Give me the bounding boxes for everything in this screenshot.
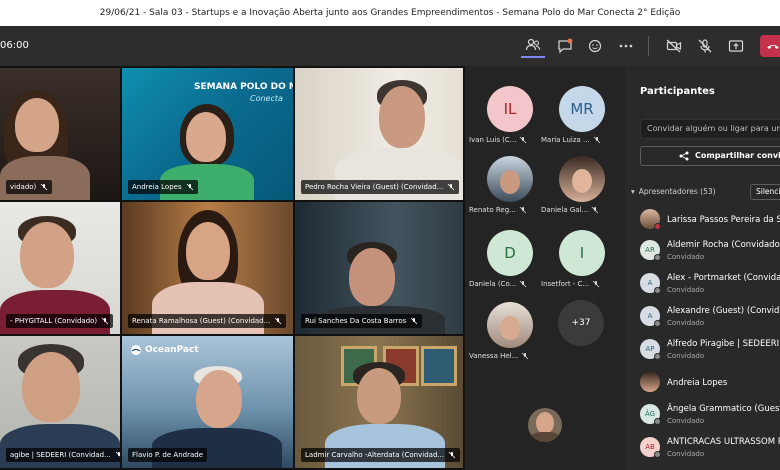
mic-off-icon[interactable] — [693, 34, 717, 58]
presenters-section-header[interactable]: ▾ Apresentadores (53) — [631, 187, 716, 196]
participant-card[interactable]: Renato Reg... — [467, 152, 547, 228]
mic-muted-icon — [592, 280, 600, 288]
avatar: IL — [487, 86, 533, 132]
mic-muted-icon — [115, 451, 120, 457]
avatar-photo — [640, 209, 661, 230]
participant-card[interactable]: Daniela Gal... — [539, 152, 619, 228]
video-tile[interactable]: SEMANA POLO DO MAR Conecta Andreia Lopes — [122, 68, 293, 200]
participant-row[interactable]: AR Aldemir Rocha (Convidado) Convidado — [640, 236, 780, 266]
share-invite-button[interactable]: Compartilhar convite — [640, 146, 780, 166]
avatar: MR — [559, 86, 605, 132]
participant-card[interactable]: Vanessa Hel... — [467, 298, 547, 374]
avatar-photo — [559, 156, 605, 202]
participant-name-tag: agibe | SEDEERI (Convidad... — [6, 448, 120, 462]
reactions-icon[interactable] — [583, 34, 607, 58]
avatar: A — [640, 273, 661, 294]
avatar-photo — [487, 302, 533, 348]
chevron-down-icon: ▾ — [631, 187, 635, 196]
company-logo: OceanPact — [130, 344, 199, 356]
share-icon — [679, 151, 689, 161]
participant-row[interactable]: Larissa Passos Pereira da Silva — [640, 205, 780, 235]
banner-subtitle: Conecta — [250, 94, 283, 103]
people-icon[interactable] — [521, 34, 545, 58]
more-icon[interactable] — [614, 34, 638, 58]
avatar: ÂG — [640, 404, 661, 425]
participant-name-tag: Rui Sanches Da Costa Barros — [301, 314, 423, 328]
avatar: I — [559, 230, 605, 276]
mic-muted-icon — [520, 136, 527, 144]
banner-title: SEMANA POLO DO MAR — [194, 82, 293, 92]
participant-name-tag: Flavio P. de Andrade — [128, 448, 207, 462]
participant-name-tag: Pedro Rocha Vieira (Guest) (Convidad... — [301, 180, 460, 194]
participant-card[interactable]: IL Ivan Luis (C... — [467, 82, 547, 158]
video-tile[interactable]: Renata Ramalhosa (Guest) (Convidad... — [122, 202, 293, 334]
participant-name-tag: vidado) — [6, 180, 53, 194]
video-tile[interactable]: Rui Sanches Da Costa Barros — [295, 202, 463, 334]
video-tile[interactable]: Pedro Rocha Vieira (Guest) (Convidad... — [295, 68, 463, 200]
mic-muted-icon — [519, 280, 527, 288]
participant-row[interactable]: ÂG Ângela Grammatico (Guest) Convidado — [640, 400, 780, 430]
participant-card[interactable]: MR Maria Luiza ... — [539, 82, 619, 158]
participant-row[interactable]: Andreia Lopes — [640, 368, 780, 398]
self-view[interactable] — [528, 408, 562, 442]
avatar-photo — [640, 372, 660, 392]
mic-muted-icon — [593, 136, 600, 144]
leave-icon — [767, 45, 779, 49]
participants-panel: Participantes Convidar alguém ou ligar p… — [625, 66, 780, 470]
mic-muted-icon — [519, 206, 527, 214]
participant-name-tag: Ladmir Carvalho -Alterdata (Convidad... — [301, 448, 461, 462]
participant-card[interactable]: D Daniela (Co... — [467, 226, 547, 302]
toolbar-divider — [648, 36, 649, 56]
mic-muted-icon — [186, 183, 193, 191]
mic-muted-icon — [591, 206, 599, 214]
participant-name-tag: Renata Ramalhosa (Guest) (Convidad... — [128, 314, 287, 328]
participant-row[interactable]: AP Alfredo Piragibe | SEDEERI (C Convida… — [640, 335, 780, 365]
invite-input[interactable]: Convidar alguém ou ligar para um — [640, 119, 780, 139]
avatar: A — [640, 306, 661, 327]
participant-name-tag: - PHYGITALL (Convidado) — [6, 314, 114, 328]
meeting-timer: 06:00 — [0, 40, 29, 51]
video-tile[interactable]: - PHYGITALL (Convidado) — [0, 202, 120, 334]
logo-icon — [131, 345, 141, 355]
leave-button[interactable] — [760, 35, 780, 57]
mic-muted-icon — [448, 183, 455, 191]
mic-muted-icon — [448, 451, 456, 459]
panel-title: Participantes — [640, 86, 715, 97]
avatar: D — [487, 230, 533, 276]
avatar: AR — [640, 240, 661, 261]
avatar: AP — [640, 339, 661, 360]
mute-all-button[interactable]: Silenciar — [750, 184, 780, 200]
video-tile[interactable]: vidado) — [0, 68, 120, 200]
mic-muted-icon — [410, 317, 418, 325]
window-title: 29/06/21 - Sala 03 - Startups e a Inovaç… — [0, 0, 780, 26]
mic-muted-icon — [101, 317, 109, 325]
video-tile[interactable]: Ladmir Carvalho -Alterdata (Convidad... — [295, 336, 463, 468]
participant-row[interactable]: A Alex - Portmarket (Convidado) Convidad… — [640, 269, 780, 299]
share-screen-icon[interactable] — [724, 34, 748, 58]
participant-row[interactable]: AB ANTICRACAS ULTRASSOM PA Convidado — [640, 433, 780, 463]
mic-muted-icon — [521, 352, 529, 360]
participant-row[interactable]: A Alexandre (Guest) (Convidado) Convidad… — [640, 302, 780, 332]
video-stage: vidado) SEMANA POLO DO MAR Conecta Andre… — [0, 66, 465, 470]
participant-grid: IL Ivan Luis (C... MR Maria Luiza ... Re… — [465, 66, 625, 470]
mic-muted-icon — [40, 183, 48, 191]
video-tile-active-speaker[interactable]: OceanPact Flavio P. de Andrade — [122, 336, 293, 468]
meeting-toolbar: 06:00 — [0, 26, 780, 66]
avatar: AB — [640, 437, 661, 458]
mic-muted-icon — [275, 317, 282, 325]
avatar-photo — [487, 156, 533, 202]
chat-icon[interactable] — [553, 34, 577, 58]
more-participants-button[interactable]: +37 — [558, 300, 604, 346]
participant-card[interactable]: I Insetfort - C... — [539, 226, 619, 302]
video-tile[interactable]: agibe | SEDEERI (Convidad... — [0, 336, 120, 468]
participant-name-tag: Andreia Lopes — [128, 180, 198, 194]
camera-off-icon[interactable] — [662, 34, 686, 58]
